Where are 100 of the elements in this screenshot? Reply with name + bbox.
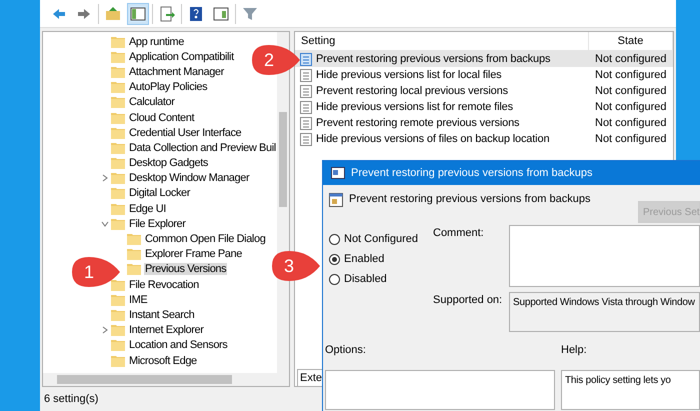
setting-state: Not configured — [594, 133, 668, 145]
tree-item[interactable]: Data Collection and Preview Buil — [128, 142, 277, 154]
policy-icon — [300, 52, 312, 66]
setting-state: Not configured — [594, 85, 668, 97]
radio-label: Disabled — [344, 273, 387, 285]
setting-name: Hide previous versions list for local files — [316, 69, 503, 81]
radio-option[interactable]: Disabled — [329, 273, 433, 285]
filter-icon — [242, 6, 258, 22]
tree-item[interactable]: Digital Locker — [128, 187, 192, 200]
tree-item[interactable]: Desktop Gadgets — [128, 157, 209, 170]
tree-item[interactable]: Common Open File Dialog — [144, 233, 266, 246]
folder-icon — [111, 218, 125, 230]
step-number: 2 — [264, 50, 274, 70]
tree-item[interactable]: File Revocation — [128, 278, 200, 291]
column-header[interactable]: Setting — [295, 32, 589, 50]
tree-item[interactable]: Internet Explorer — [128, 324, 205, 336]
setting-name: Prevent restoring previous versions from backups — [316, 53, 552, 65]
folder-icon — [111, 172, 125, 184]
folder-icon — [111, 36, 125, 48]
tree-item[interactable]: Instant Search — [128, 308, 196, 321]
tree-item[interactable]: Calculator — [128, 96, 176, 108]
policy-icon — [300, 68, 312, 82]
folder-icon — [111, 81, 125, 94]
setting-state: Not configured — [594, 69, 668, 81]
setting-name: Hide previous versions of files on backup location — [316, 133, 550, 145]
help-label: Help: — [561, 344, 588, 356]
folder-icon — [111, 339, 125, 352]
tree-item[interactable]: File Explorer — [128, 218, 187, 230]
supported-on-text: Supported Windows Vista through Window — [509, 292, 700, 332]
folder-icon — [111, 157, 125, 170]
folder-icon — [111, 50, 125, 63]
tree-item[interactable]: IME — [128, 294, 148, 306]
radio-button[interactable] — [329, 234, 340, 244]
tree-pane-icon — [130, 6, 146, 22]
folder-icon — [111, 294, 125, 306]
folder-icon — [111, 142, 125, 154]
setting-name: Prevent restoring remote previous versions — [316, 117, 520, 129]
folder-icon — [111, 324, 125, 336]
horizontal-scrollbar[interactable] — [43, 373, 289, 386]
folder-icon — [111, 96, 125, 108]
folder-icon — [111, 202, 125, 215]
setting-row[interactable]: Prevent restoring remote previous versions Not configured — [295, 115, 673, 131]
tree-item[interactable]: App runtime — [128, 36, 185, 48]
policy-icon — [300, 100, 312, 114]
folder-icon — [111, 187, 125, 200]
folder-icon — [111, 112, 125, 124]
help-text: This policy setting lets yo — [561, 370, 700, 410]
tree-item[interactable]: Desktop Window Manager — [128, 172, 250, 184]
folder-up-icon — [105, 6, 121, 22]
column-header[interactable]: State — [589, 32, 673, 50]
policy-icon — [329, 193, 343, 207]
folder-icon — [111, 278, 125, 291]
setting-row[interactable]: Hide previous versions list for local files Not configured — [295, 67, 673, 83]
status-text: 6 setting(s) — [44, 393, 98, 405]
setting-state: Not configured — [594, 53, 668, 65]
tree-item[interactable]: Explorer Frame Pane — [144, 248, 243, 260]
folder-icon — [127, 248, 141, 260]
tree-item[interactable]: Location and Sensors — [128, 339, 228, 352]
tree-item[interactable]: Microsoft Edge — [128, 354, 198, 367]
comment-label: Comment: — [433, 226, 485, 241]
folder-icon — [111, 126, 125, 139]
policy-icon — [331, 167, 345, 179]
tree-item[interactable]: AutoPlay Policies — [128, 81, 208, 94]
chevron-down-icon[interactable] — [101, 220, 109, 228]
tree-item[interactable]: Application Compatibilit — [128, 50, 235, 63]
radio-label: Enabled — [344, 253, 384, 265]
setting-row[interactable]: Prevent restoring local previous versions Not configured — [295, 83, 673, 99]
policy-icon — [300, 132, 312, 146]
radio-label: Not Configured — [344, 233, 418, 245]
folder-icon — [127, 263, 141, 276]
policy-icon — [300, 84, 312, 98]
radio-button[interactable] — [329, 254, 340, 264]
comment-field[interactable] — [509, 225, 700, 287]
chevron-right-icon[interactable] — [101, 326, 109, 334]
chevron-right-icon[interactable] — [101, 174, 109, 182]
setting-name: Prevent restoring local previous versions — [316, 85, 509, 97]
folder-icon — [111, 354, 125, 367]
options-label: Options: — [325, 344, 367, 356]
supported-label: Supported on: — [433, 293, 504, 308]
folder-icon — [111, 308, 125, 321]
policy-icon — [300, 116, 312, 130]
setting-state: Not configured — [594, 101, 668, 113]
tree-button[interactable] — [127, 2, 149, 24]
tree-item[interactable]: Edge UI — [128, 202, 167, 215]
setting-row[interactable]: Hide previous versions of files on backup location Not configured — [295, 131, 673, 147]
tree-item[interactable]: Attachment Manager — [128, 66, 225, 78]
radio-button[interactable] — [329, 274, 340, 284]
tree-item[interactable]: Cloud Content — [128, 112, 196, 124]
setting-row[interactable]: Prevent restoring previous versions from backups Not configured — [295, 51, 673, 67]
tree-item[interactable]: Credential User Interface — [128, 126, 242, 139]
dialog-heading: Prevent restoring previous versions from backups — [349, 193, 590, 205]
export-list-icon — [159, 6, 175, 22]
folder-icon — [111, 66, 125, 78]
radio-option[interactable]: Enabled — [329, 253, 433, 265]
setting-row[interactable]: Hide previous versions list for remote files Not configured — [295, 99, 673, 115]
setting-name: Hide previous versions list for remote files — [316, 101, 514, 113]
step-number: 3 — [284, 256, 294, 276]
tree-item[interactable]: Previous Versions — [144, 263, 228, 276]
radio-option[interactable]: Not Configured — [329, 233, 433, 245]
view-pane-icon — [213, 6, 229, 22]
